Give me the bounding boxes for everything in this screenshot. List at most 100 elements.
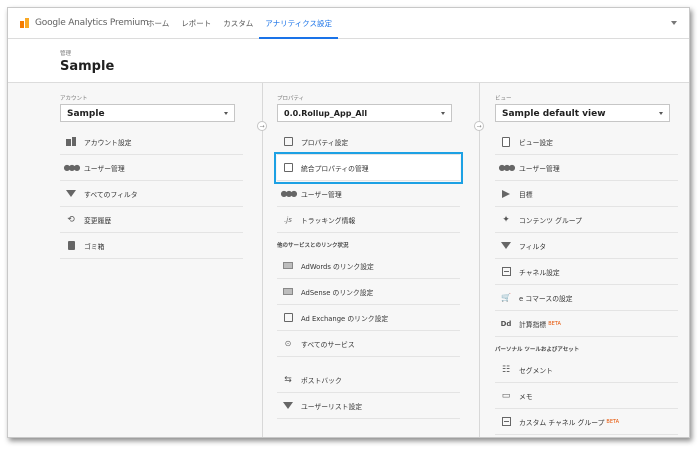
users-icon: ●●● xyxy=(498,163,516,172)
personal-tools-heading: パーソナル ツールおよびアセット xyxy=(495,347,580,353)
item-label: 計算指標 xyxy=(519,320,547,329)
item-label: 目標 xyxy=(519,190,533,199)
trash-item[interactable]: ゴミ箱 xyxy=(60,233,243,259)
arrow-right-icon: → xyxy=(257,121,267,131)
chevron-down-icon xyxy=(659,112,663,115)
adsense-icon xyxy=(282,286,294,298)
item-label: ゴミ箱 xyxy=(84,242,105,251)
property-settings-icon xyxy=(282,136,294,148)
property-select[interactable]: 0.0.Rollup_App_All xyxy=(277,104,452,122)
calculated-metrics-item[interactable]: Dd 計算指標 BETA xyxy=(495,311,678,337)
all-services-icon: ⊙ xyxy=(284,339,292,348)
property-selected: 0.0.Rollup_App_All xyxy=(284,109,368,118)
memo-icon: ▭ xyxy=(501,390,511,401)
item-label: AdSense のリンク設定 xyxy=(301,288,374,297)
rollup-property-management-item[interactable]: 統合プロパティの管理 xyxy=(274,152,463,184)
change-history-item[interactable]: ⟲ 変更履歴 xyxy=(60,207,243,233)
admin-header: 管理 Sample xyxy=(8,39,689,83)
item-label: ユーザー管理 xyxy=(84,164,125,173)
segments-item[interactable]: ☷ セグメント xyxy=(495,357,678,383)
filter-icon xyxy=(65,188,77,200)
item-label: メモ xyxy=(519,392,533,401)
postback-item[interactable]: ⇆ ポストバック xyxy=(277,367,460,393)
adexchange-link-item[interactable]: Ad Exchange のリンク設定 xyxy=(277,305,460,331)
item-label: カスタム チャネル グループ xyxy=(519,418,605,427)
item-label: コンテンツ グループ xyxy=(519,216,582,225)
adsense-link-item[interactable]: AdSense のリンク設定 xyxy=(277,279,460,305)
item-label: すべてのフィルタ xyxy=(84,190,138,199)
arrow-right-icon: → xyxy=(474,121,484,131)
js-icon: .js xyxy=(284,215,292,224)
custom-channel-group-item[interactable]: カスタム チャネル グループ BETA xyxy=(495,409,678,435)
filter-icon xyxy=(500,240,512,252)
account-settings-item[interactable]: アカウント設定 xyxy=(60,129,243,155)
content-group-icon: ✦ xyxy=(502,214,510,225)
tracking-info-item[interactable]: .js トラッキング情報 xyxy=(277,207,460,233)
users-icon: ●●● xyxy=(280,189,298,198)
property-user-management-item[interactable]: ●●● ユーザー管理 xyxy=(277,181,460,207)
all-filters-item[interactable]: すべてのフィルタ xyxy=(60,181,243,207)
item-label: チャネル設定 xyxy=(519,268,560,277)
view-user-management-item[interactable]: ●●● ユーザー管理 xyxy=(495,155,678,181)
item-label: ユーザーリスト設定 xyxy=(301,402,363,411)
analytics-logo-icon xyxy=(20,18,30,28)
account-label: アカウント xyxy=(60,96,88,102)
account-column: アカウント Sample アカウント設定 ●●● ユーザー管理 すべてのフィルタ xyxy=(60,83,243,437)
history-icon: ⟲ xyxy=(67,214,75,225)
channel-icon xyxy=(500,266,512,278)
nav-admin[interactable]: アナリティクス設定 xyxy=(259,8,338,39)
property-settings-item[interactable]: プロパティ設定 xyxy=(277,129,460,155)
nav-reports[interactable]: レポート xyxy=(175,8,217,39)
content-group-item[interactable]: ✦ コンテンツ グループ xyxy=(495,207,678,233)
all-services-item[interactable]: ⊙ すべてのサービス xyxy=(277,331,460,357)
view-settings-item[interactable]: ビュー設定 xyxy=(495,129,678,155)
memo-item[interactable]: ▭ メモ xyxy=(495,383,678,409)
ga-logo[interactable]: Google Analytics Premium xyxy=(20,18,149,28)
property-column: プロパティ 0.0.Rollup_App_All プロパティ設定 統合プロパティ… xyxy=(274,83,463,437)
item-label: アカウント設定 xyxy=(84,138,132,147)
rollup-management-icon xyxy=(282,162,294,174)
view-column: ビュー Sample default view ビュー設定 ●●● ユーザー管理… xyxy=(495,83,678,437)
adwords-link-item[interactable]: AdWords のリンク設定 xyxy=(277,253,460,279)
chevron-down-icon xyxy=(224,112,228,115)
account-select[interactable]: Sample xyxy=(60,104,235,122)
property-label: プロパティ xyxy=(277,96,305,102)
item-label: AdWords のリンク設定 xyxy=(301,262,374,271)
item-label: プロパティ設定 xyxy=(301,138,349,147)
item-label: トラッキング情報 xyxy=(301,216,356,225)
custom-channel-icon xyxy=(500,416,512,428)
view-settings-icon xyxy=(500,136,512,148)
view-select[interactable]: Sample default view xyxy=(495,104,670,122)
goal-flag-icon xyxy=(500,188,512,200)
item-label: 変更履歴 xyxy=(84,216,112,225)
building-icon xyxy=(65,136,77,148)
user-list-settings-item[interactable]: ユーザーリスト設定 xyxy=(277,393,460,419)
view-menu: ビュー設定 ●●● ユーザー管理 目標 ✦ コンテンツ グループ フィルタ チャ… xyxy=(495,129,678,435)
account-selected: Sample xyxy=(67,109,105,119)
linked-services-heading: 他のサービスとのリンク状況 xyxy=(277,243,349,249)
property-menu: プロパティ設定 統合プロパティの管理 ●●● ユーザー管理 .js トラッキング… xyxy=(274,129,463,419)
item-label: e コマースの設定 xyxy=(519,294,573,303)
view-filters-item[interactable]: フィルタ xyxy=(495,233,678,259)
item-label: Ad Exchange のリンク設定 xyxy=(301,314,389,323)
cart-icon: 🛒 xyxy=(501,293,511,302)
page-title: Sample xyxy=(60,59,115,74)
ecommerce-settings-item[interactable]: 🛒 e コマースの設定 xyxy=(495,285,678,311)
item-label: ユーザー管理 xyxy=(519,164,560,173)
admin-columns: → → アカウント Sample アカウント設定 ●●● ユーザー管理 すべての… xyxy=(8,83,689,437)
column-divider xyxy=(262,83,263,437)
nav-custom[interactable]: カスタム xyxy=(217,8,259,39)
channel-settings-item[interactable]: チャネル設定 xyxy=(495,259,678,285)
spacer xyxy=(277,357,460,367)
item-label: ビュー設定 xyxy=(519,138,553,147)
account-user-management-item[interactable]: ●●● ユーザー管理 xyxy=(60,155,243,181)
account-menu: アカウント設定 ●●● ユーザー管理 すべてのフィルタ ⟲ 変更履歴 ゴミ箱 xyxy=(60,129,243,259)
adwords-icon xyxy=(282,260,294,272)
item-label: ユーザー管理 xyxy=(301,190,342,199)
goals-item[interactable]: 目標 xyxy=(495,181,678,207)
segment-icon: ☷ xyxy=(501,364,511,375)
postback-icon: ⇆ xyxy=(284,374,292,385)
account-menu-caret-icon[interactable] xyxy=(671,21,677,25)
user-list-icon xyxy=(282,400,294,412)
nav-home[interactable]: ホーム xyxy=(141,8,175,39)
